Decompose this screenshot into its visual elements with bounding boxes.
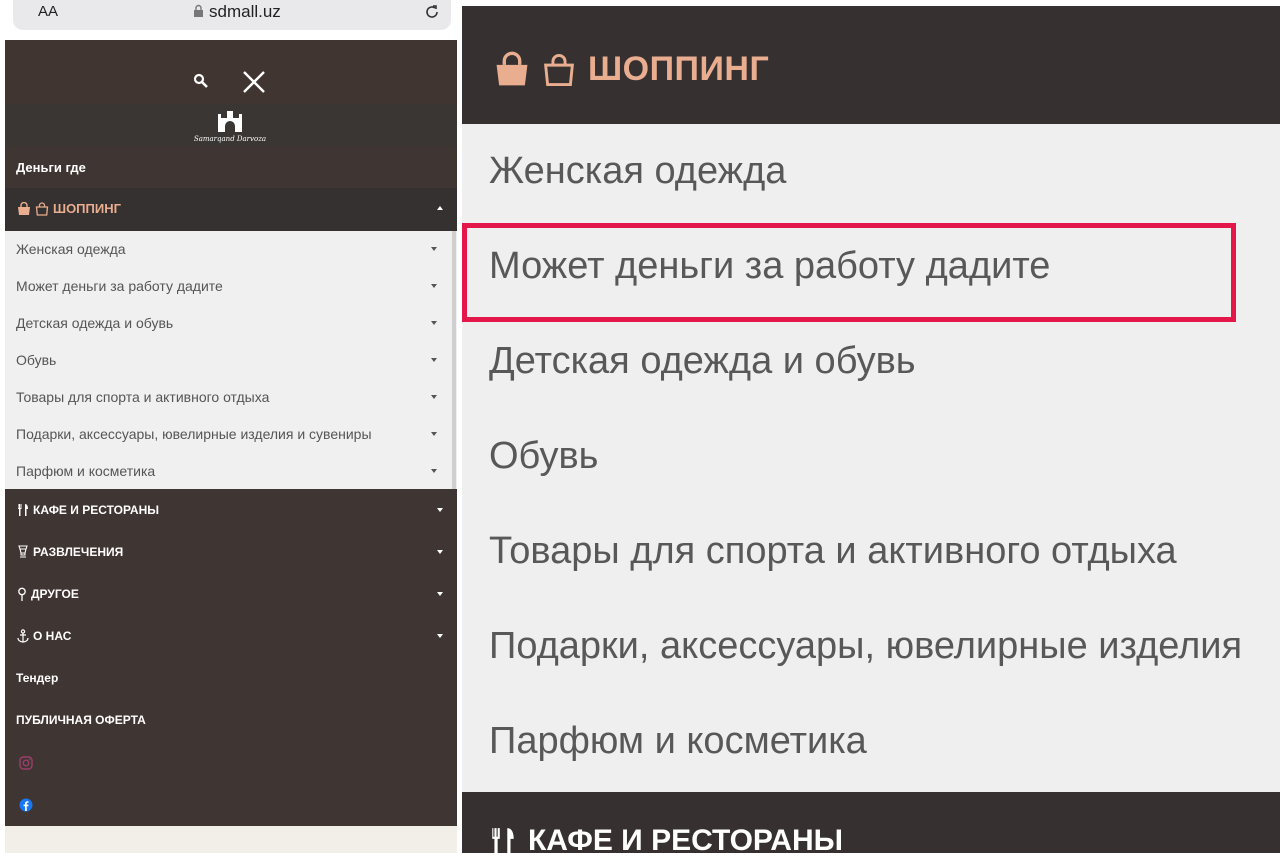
zoom-shopping-heading: ШОППИНГ bbox=[494, 50, 769, 89]
submenu-item-label: Детская одежда и обувь bbox=[16, 315, 174, 331]
chevron-down-icon[interactable] bbox=[431, 358, 437, 362]
submenu-item-perfume[interactable]: Парфюм и косметика bbox=[5, 453, 451, 490]
chevron-down-icon[interactable] bbox=[437, 550, 443, 554]
fork-knife-icon bbox=[492, 828, 514, 853]
menu-item-other[interactable]: ДРУГОЕ bbox=[5, 573, 457, 615]
shopping-bag-outline-icon bbox=[35, 201, 49, 216]
shopping-label: ШОППИНГ bbox=[53, 201, 121, 216]
menu-item-money[interactable]: Деньги где bbox=[5, 146, 457, 188]
sdmall-logo[interactable]: Samarqand Darvoza bbox=[185, 108, 275, 144]
map-pin-icon bbox=[18, 587, 26, 601]
shopping-bag-icon bbox=[496, 51, 528, 85]
submenu-item-gifts[interactable]: Подарки, аксессуары, ювелирные изделия и… bbox=[5, 416, 451, 453]
zoomed-menu-panel: ШОППИНГ Женская одежда Может деньги за р… bbox=[462, 6, 1280, 853]
zoom-item-womens-clothing[interactable]: Женская одежда bbox=[489, 150, 786, 193]
zoom-cafes-label: КАФЕ И РЕСТОРАНЫ bbox=[528, 824, 843, 853]
chevron-down-icon[interactable] bbox=[437, 592, 443, 596]
highlight-box bbox=[462, 223, 1236, 322]
menu-item-tender[interactable]: Тендер bbox=[5, 657, 457, 699]
close-icon[interactable] bbox=[241, 69, 267, 95]
shopping-submenu: Женская одежда Может деньги за работу да… bbox=[5, 231, 457, 489]
zoom-cafes-heading: КАФЕ И РЕСТОРАНЫ bbox=[488, 824, 843, 853]
shopping-heading: ШОППИНГ bbox=[17, 201, 121, 216]
about-heading: О НАС bbox=[16, 629, 71, 643]
chevron-down-icon[interactable] bbox=[431, 395, 437, 399]
reload-icon[interactable] bbox=[423, 3, 441, 21]
entertainment-heading: РАЗВЛЕЧЕНИЯ bbox=[16, 545, 123, 559]
tender-label: Тендер bbox=[16, 671, 59, 685]
zoom-cafes-header[interactable]: КАФЕ И РЕСТОРАНЫ bbox=[462, 792, 1280, 853]
chevron-down-icon[interactable] bbox=[431, 469, 437, 473]
submenu-item-label: Парфюм и косметика bbox=[16, 463, 156, 479]
zoom-item-gifts[interactable]: Подарки, аксессуары, ювелирные изделия bbox=[489, 625, 1242, 668]
public-offer-label: ПУБЛИЧНАЯ ОФЕРТА bbox=[16, 713, 146, 727]
menu-header bbox=[5, 40, 457, 104]
chevron-down-icon[interactable] bbox=[431, 432, 437, 436]
submenu-item-sports[interactable]: Товары для спорта и активного отдыха bbox=[5, 379, 451, 416]
fork-knife-icon bbox=[18, 504, 28, 516]
shopping-bag-icon bbox=[18, 201, 30, 215]
shopping-bag-outline-icon bbox=[544, 53, 574, 86]
chevron-up-icon[interactable] bbox=[437, 206, 443, 210]
menu-item-money-label: Деньги где bbox=[16, 160, 86, 175]
facebook-icon[interactable] bbox=[19, 798, 33, 812]
submenu-item-label: Товары для спорта и активного отдыха bbox=[16, 389, 270, 405]
browser-bar: AA sdmall.uz bbox=[5, 0, 457, 40]
menu-item-cafes[interactable]: КАФЕ И РЕСТОРАНЫ bbox=[5, 489, 457, 531]
menu-item-shopping[interactable]: ШОППИНГ bbox=[5, 188, 457, 231]
entertainment-icon bbox=[18, 545, 28, 558]
cafes-heading: КАФЕ И РЕСТОРАНЫ bbox=[16, 503, 159, 517]
anchor-icon bbox=[17, 629, 29, 643]
logo-text: Samarqand Darvoza bbox=[194, 135, 266, 143]
submenu-item-label: Подарки, аксессуары, ювелирные изделия и… bbox=[16, 426, 372, 442]
browser-toolbar bbox=[5, 826, 457, 853]
screenshot-collage: AA sdmall.uz Samarqand Darvoza Деньги гд… bbox=[0, 0, 1280, 853]
address-bar[interactable]: AA sdmall.uz bbox=[13, 0, 451, 30]
zoom-item-shoes[interactable]: Обувь bbox=[489, 435, 598, 478]
submenu-item-pay-for-work[interactable]: Может деньги за работу дадите bbox=[5, 268, 451, 305]
text-size-button[interactable]: AA bbox=[38, 3, 58, 20]
zoom-item-perfume[interactable]: Парфюм и косметика bbox=[489, 720, 867, 763]
about-label: О НАС bbox=[33, 629, 72, 643]
logo-bar: Samarqand Darvoza bbox=[5, 104, 457, 146]
submenu-item-shoes[interactable]: Обувь bbox=[5, 342, 451, 379]
submenu-item-kids-clothing[interactable]: Детская одежда и обувь bbox=[5, 305, 451, 342]
entertainment-label: РАЗВЛЕЧЕНИЯ bbox=[33, 545, 124, 559]
menu-item-about[interactable]: О НАС bbox=[5, 615, 457, 657]
mobile-menu-panel: AA sdmall.uz Samarqand Darvoza Деньги гд… bbox=[5, 0, 457, 853]
lock-icon bbox=[194, 4, 203, 17]
chevron-down-icon[interactable] bbox=[437, 634, 443, 638]
scrollbar[interactable] bbox=[452, 231, 456, 489]
zoom-item-sports[interactable]: Товары для спорта и активного отдыха bbox=[489, 530, 1177, 573]
menu-item-public-offer[interactable]: ПУБЛИЧНАЯ ОФЕРТА bbox=[5, 699, 457, 741]
zoom-shopping-label: ШОППИНГ bbox=[588, 50, 770, 88]
submenu-item-label: Женская одежда bbox=[16, 241, 126, 257]
submenu-item-womens-clothing[interactable]: Женская одежда bbox=[5, 231, 451, 268]
submenu-item-label: Обувь bbox=[16, 352, 57, 368]
other-label: ДРУГОЕ bbox=[31, 587, 79, 601]
chevron-down-icon[interactable] bbox=[431, 321, 437, 325]
url-text: sdmall.uz bbox=[209, 2, 281, 21]
zoom-shopping-header[interactable]: ШОППИНГ bbox=[462, 6, 1280, 124]
other-heading: ДРУГОЕ bbox=[16, 587, 79, 601]
chevron-down-icon[interactable] bbox=[431, 284, 437, 288]
chevron-down-icon[interactable] bbox=[437, 508, 443, 512]
chevron-down-icon[interactable] bbox=[431, 247, 437, 251]
submenu-item-label: Может деньги за работу дадите bbox=[16, 278, 223, 294]
zoom-item-kids-clothing[interactable]: Детская одежда и обувь bbox=[489, 340, 916, 383]
search-icon[interactable] bbox=[193, 73, 209, 89]
instagram-icon[interactable] bbox=[19, 756, 33, 770]
cafes-label: КАФЕ И РЕСТОРАНЫ bbox=[33, 503, 159, 517]
menu-item-entertainment[interactable]: РАЗВЛЕЧЕНИЯ bbox=[5, 531, 457, 573]
